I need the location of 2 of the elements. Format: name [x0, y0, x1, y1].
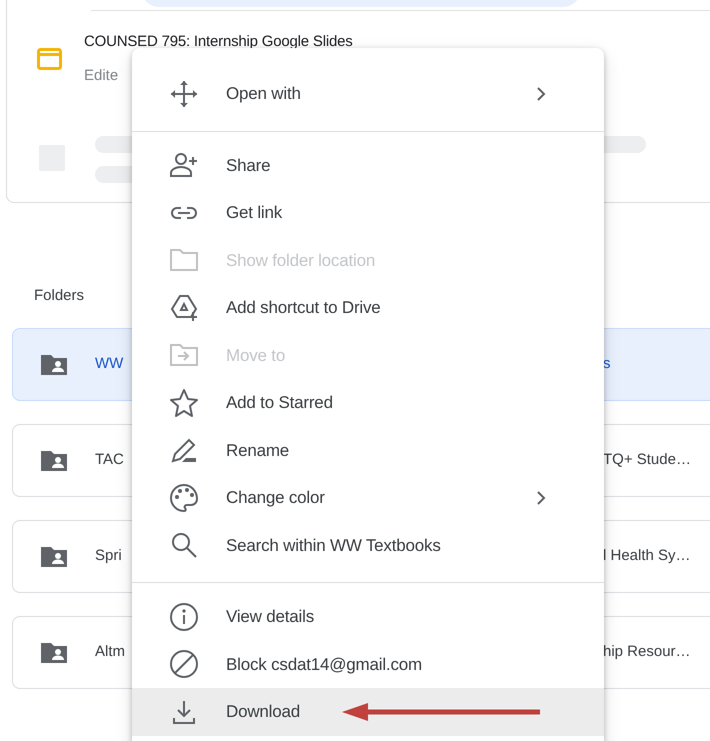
section-heading: Folders — [34, 287, 84, 304]
file-subtitle: Edite — [84, 67, 120, 85]
